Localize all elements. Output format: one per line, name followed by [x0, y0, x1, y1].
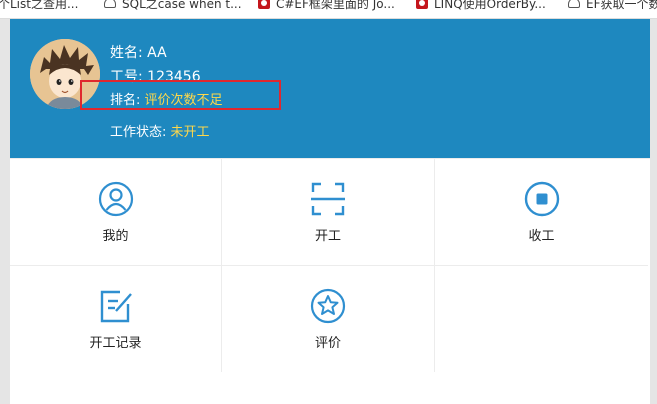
bookmark-label: EF获取一个数... — [586, 0, 657, 11]
star-circle-icon — [310, 288, 346, 323]
edit-icon — [100, 290, 132, 322]
menu-item-work-record[interactable]: 开工记录 — [10, 266, 222, 373]
menu-item-label: 开工记录 — [89, 335, 142, 351]
bookmark-label: LINQ使用OrderBy... — [434, 0, 546, 11]
status-label: 工作状态: — [110, 125, 167, 140]
bookmark-label: 个List之查用... — [0, 0, 79, 11]
status-value: 未开工 — [170, 125, 210, 140]
menu-item-evaluate[interactable]: 评价 — [222, 266, 435, 373]
menu-item-label: 收工 — [528, 228, 555, 244]
bookmark-label: SQL之case when t... — [122, 0, 242, 11]
stop-circle-icon — [524, 181, 559, 216]
app-container: 姓名: AA 工号: 123456 排名: 评价次数不足 工作状态: 未开工 我… — [10, 19, 650, 404]
bookmark-item[interactable]: LINQ使用OrderBy... — [416, 0, 546, 12]
bookmark-item[interactable]: C#EF框架里面的 Jo... — [258, 0, 395, 12]
menu-item-label: 评价 — [314, 335, 341, 351]
csdn-icon — [258, 0, 270, 9]
csdn-icon — [416, 0, 428, 9]
cloud-icon — [104, 0, 116, 8]
user-circle-icon — [98, 181, 133, 216]
menu-item-label: 开工 — [314, 228, 341, 244]
menu-item-empty — [435, 266, 648, 373]
menu-item-end-work[interactable]: 收工 — [435, 159, 648, 266]
bookmarks-bar: 个List之查用... SQL之case when t... C#EF框架里面的… — [0, 0, 657, 19]
menu-item-label: 我的 — [102, 228, 129, 244]
bookmark-item[interactable]: 个List之查用... — [0, 0, 78, 12]
profile-header: 姓名: AA 工号: 123456 排名: 评价次数不足 工作状态: 未开工 — [10, 19, 650, 158]
menu-item-mine[interactable]: 我的 — [10, 159, 222, 266]
bottom-area — [10, 372, 650, 404]
menu-item-start-work[interactable]: 开工 — [222, 159, 435, 266]
scan-icon — [311, 182, 345, 215]
status-row: 工作状态: 未开工 — [110, 121, 210, 140]
menu-grid: 我的 开工 收工 开工记录 评价 — [10, 158, 650, 373]
cloud-icon — [568, 0, 580, 8]
name-label: 姓名: — [110, 45, 143, 61]
highlight-box — [80, 80, 281, 110]
name-value: AA — [147, 45, 167, 61]
bookmark-item[interactable]: SQL之case when t... — [104, 0, 242, 12]
bookmark-label: C#EF框架里面的 Jo... — [276, 0, 395, 11]
name-row: 姓名: AA — [110, 42, 167, 62]
bookmark-item[interactable]: EF获取一个数... — [568, 0, 657, 12]
